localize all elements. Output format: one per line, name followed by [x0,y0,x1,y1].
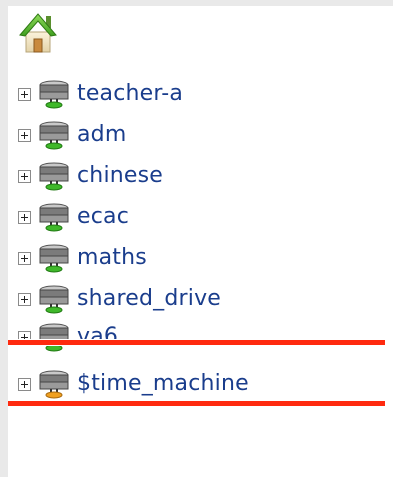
expand-icon[interactable] [18,292,31,306]
expand-icon[interactable] [18,87,31,101]
network-drive-icon [39,80,69,109]
tree-item-adm[interactable]: adm [18,120,126,150]
network-drive-icon [39,203,69,232]
network-drive-icon-orange [39,370,69,399]
tree-item-maths[interactable]: maths [18,243,147,273]
expand-icon[interactable] [18,169,31,183]
tree-item-time-machine[interactable]: $time_machine [18,369,249,399]
tree-item-teacher-a[interactable]: teacher-a [18,79,183,109]
home-icon[interactable] [18,8,58,56]
tree-item-label: va6 [77,324,119,349]
highlight-line-top [8,340,385,345]
network-drive-icon [39,121,69,150]
tree-item-label: adm [77,122,127,147]
tree-item-va6[interactable]: va6 [18,322,118,352]
expand-icon[interactable] [18,128,31,142]
network-drive-icon [39,162,69,191]
expand-icon[interactable] [18,210,31,224]
network-drive-icon [39,323,69,352]
network-drive-icon [39,244,69,273]
tree-item-shared-drive[interactable]: shared_drive [18,284,221,314]
tree-item-label: shared_drive [77,286,222,311]
file-tree-panel: teacher-a adm chinese ecac maths shared_… [8,6,393,477]
expand-icon[interactable] [18,251,31,265]
network-drive-icon [39,285,69,314]
highlight-line-bottom [8,401,385,406]
tree-item-label: teacher-a [77,81,184,106]
tree-item-label: chinese [77,163,164,188]
expand-icon[interactable] [18,377,31,391]
tree-item-label: ecac [77,204,130,229]
tree-item-ecac[interactable]: ecac [18,202,129,232]
tree-item-label: $time_machine [77,371,249,396]
tree-item-chinese[interactable]: chinese [18,161,163,191]
tree-item-label: maths [77,245,147,270]
